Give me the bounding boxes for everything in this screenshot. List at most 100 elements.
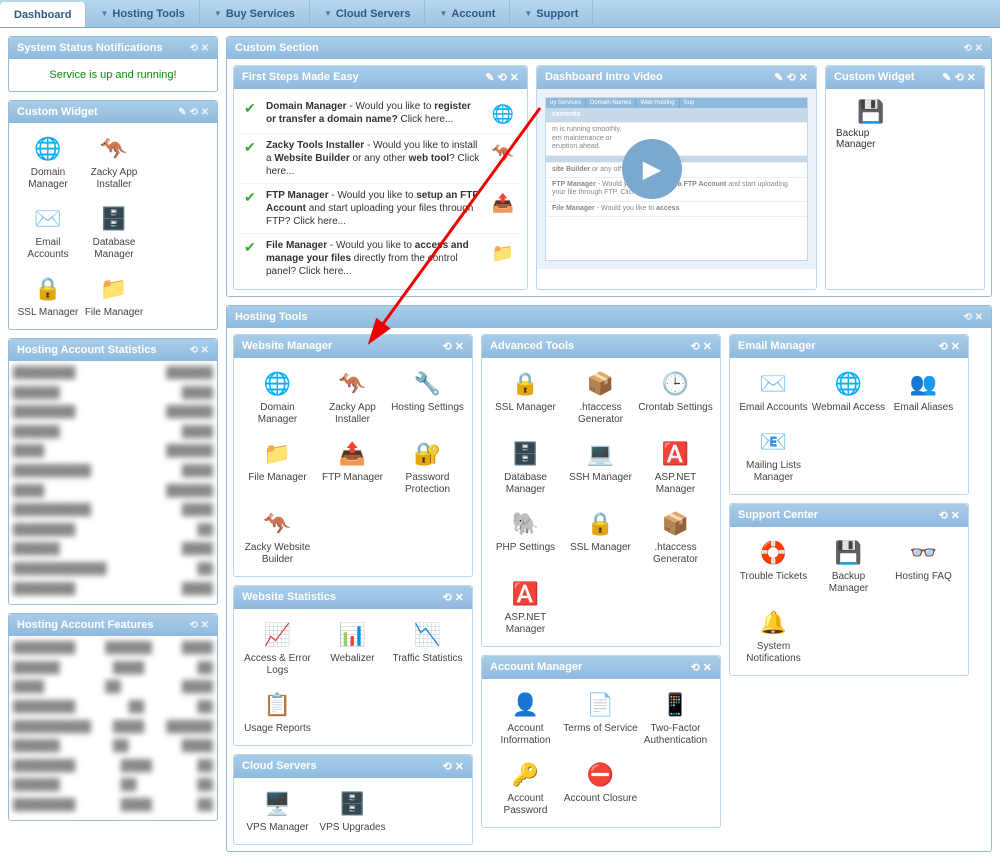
- mailing-lists-manager-item[interactable]: 📧Mailing Lists Manager: [736, 422, 811, 488]
- panel-controls[interactable]: ⟲ ✕: [443, 340, 465, 353]
- panel-controls[interactable]: ✎ ⟲ ✕: [942, 71, 976, 84]
- database-manager-item[interactable]: 🗄️Database Manager: [81, 199, 147, 265]
- two-factor-authentication-item[interactable]: 📱Two-Factor Authentication: [638, 685, 713, 751]
- backup-manager-item[interactable]: 💾 Backup Manager: [836, 99, 906, 150]
- dropdown-icon: ▼: [214, 9, 222, 18]
- app-icon: 📱: [660, 689, 692, 721]
- panel-controls[interactable]: ⟲ ✕: [189, 43, 209, 54]
- account-closure-item[interactable]: ⛔Account Closure: [563, 755, 638, 821]
- first-step-item[interactable]: ✔Zacky Tools Installer - Would you like …: [240, 134, 521, 184]
- app-icon: 🔒: [32, 273, 64, 305]
- nav-buy-services[interactable]: ▼Buy Services: [200, 0, 310, 27]
- app-label: Mailing Lists Manager: [736, 460, 811, 484]
- support-center-panel: Support Center⟲ ✕ 🛟Trouble Tickets💾Backu…: [729, 503, 969, 676]
- email-accounts-item[interactable]: ✉️Email Accounts: [736, 364, 811, 418]
- app-label: .htaccess Generator: [563, 402, 638, 426]
- play-icon[interactable]: ▶: [622, 139, 682, 199]
- panel-controls[interactable]: ⟲ ✕: [189, 620, 209, 631]
- app-label: SSL Manager: [15, 307, 81, 319]
- panel-controls[interactable]: ✎ ⟲ ✕: [485, 71, 519, 84]
- app-icon: 🕒: [660, 368, 692, 400]
- app-label: SSL Manager: [563, 542, 638, 554]
- app-label: Account Information: [488, 723, 563, 747]
- account-information-item[interactable]: 👤Account Information: [488, 685, 563, 751]
- file-manager-item[interactable]: 📁File Manager: [240, 434, 315, 500]
- account-password-item[interactable]: 🔑Account Password: [488, 755, 563, 821]
- app-label: PHP Settings: [488, 542, 563, 554]
- ssl-manager-item[interactable]: 🔒 SSL Manager: [15, 269, 81, 323]
- domain-manager-item[interactable]: 🌐Domain Manager: [240, 364, 315, 430]
- nav-cloud-servers[interactable]: ▼Cloud Servers: [310, 0, 426, 27]
- system-notifications-item[interactable]: 🔔System Notifications: [736, 603, 811, 669]
- panel-controls[interactable]: ⟲ ✕: [443, 591, 465, 604]
- app-icon: 🐘: [510, 508, 542, 540]
- ftp-manager-item[interactable]: 📤FTP Manager: [315, 434, 390, 500]
- nav-hosting-tools[interactable]: ▼Hosting Tools: [86, 0, 199, 27]
- panel-controls[interactable]: ⟲ ✕: [963, 312, 983, 323]
- trouble-tickets-item[interactable]: 🛟Trouble Tickets: [736, 533, 811, 599]
- ssl-manager-item[interactable]: 🔒SSL Manager: [488, 364, 563, 430]
- website-manager-title: Website Manager: [242, 340, 332, 353]
- hosting-stats-panel: Hosting Account Statistics⟲ ✕ ██████████…: [8, 338, 218, 605]
- database-manager-item[interactable]: 🗄️Database Manager: [488, 434, 563, 500]
- terms-of-service-item[interactable]: 📄Terms of Service: [563, 685, 638, 751]
- nav-dashboard[interactable]: Dashboard: [0, 2, 86, 27]
- check-icon: ✔: [244, 100, 260, 117]
- vps-upgrades-item[interactable]: 🗄️VPS Upgrades: [315, 784, 390, 838]
- app-label: Access & Error Logs: [240, 653, 315, 677]
- panel-controls[interactable]: ⟲ ✕: [691, 340, 713, 353]
- webalizer-item[interactable]: 📊Webalizer: [315, 615, 390, 681]
- panel-controls[interactable]: ✎ ⟲ ✕: [774, 71, 808, 84]
- panel-controls[interactable]: ⟲ ✕: [939, 340, 961, 353]
- ssh-manager-item[interactable]: 💻SSH Manager: [563, 434, 638, 500]
- hosting-settings-item[interactable]: 🔧Hosting Settings: [390, 364, 465, 430]
- hosting-tools-title: Hosting Tools: [235, 311, 308, 323]
- traffic-statistics-item[interactable]: 📉Traffic Statistics: [390, 615, 465, 681]
- email-aliases-item[interactable]: 👥Email Aliases: [886, 364, 961, 418]
- -htaccess-generator-item[interactable]: 📦.htaccess Generator: [638, 504, 713, 570]
- ssl-manager-item[interactable]: 🔒SSL Manager: [563, 504, 638, 570]
- app-icon: 🅰️: [510, 578, 542, 610]
- -htaccess-generator-item[interactable]: 📦.htaccess Generator: [563, 364, 638, 430]
- panel-controls[interactable]: ⟲ ✕: [963, 43, 983, 54]
- zacky-app-installer-item[interactable]: 🦘Zacky App Installer: [315, 364, 390, 430]
- webmail-access-item[interactable]: 🌐Webmail Access: [811, 364, 886, 418]
- crontab-settings-item[interactable]: 🕒Crontab Settings: [638, 364, 713, 430]
- file-manager-item[interactable]: 📁File Manager: [81, 269, 147, 323]
- top-nav: Dashboard▼Hosting Tools▼Buy Services▼Clo…: [0, 0, 1000, 28]
- asp-net-manager-item[interactable]: 🅰️ASP.NET Manager: [488, 574, 563, 640]
- first-step-item[interactable]: ✔Domain Manager - Would you like to regi…: [240, 95, 521, 134]
- first-step-item[interactable]: ✔FTP Manager - Would you like to setup a…: [240, 184, 521, 234]
- vps-manager-item[interactable]: 🖥️VPS Manager: [240, 784, 315, 838]
- hosting-faq-item[interactable]: 👓Hosting FAQ: [886, 533, 961, 599]
- app-icon: 🅰️: [660, 438, 692, 470]
- first-step-item[interactable]: ✔File Manager - Would you like to access…: [240, 234, 521, 283]
- zacky-app-installer-item[interactable]: 🦘Zacky App Installer: [81, 129, 147, 195]
- panel-controls[interactable]: ⟲ ✕: [189, 345, 209, 356]
- hosting-features-title: Hosting Account Features: [17, 619, 154, 631]
- app-label: Trouble Tickets: [736, 571, 811, 583]
- panel-controls[interactable]: ✎ ⟲ ✕: [178, 107, 209, 118]
- zacky-website-builder-item[interactable]: 🦘Zacky Website Builder: [240, 504, 315, 570]
- php-settings-item[interactable]: 🐘 PHP Settings: [488, 504, 563, 570]
- domain-manager-item[interactable]: 🌐Domain Manager: [15, 129, 81, 195]
- step-icon: 🦘: [489, 139, 517, 167]
- website-stats-panel: Website Statistics⟲ ✕ 📈Access & Error Lo…: [233, 585, 473, 746]
- backup-icon: 💾: [857, 99, 884, 125]
- backup-manager-item[interactable]: 💾Backup Manager: [811, 533, 886, 599]
- custom-widget-title: Custom Widget: [17, 106, 98, 118]
- app-icon: 📦: [585, 368, 617, 400]
- intro-video[interactable]: uy ServicesDomain NamesWeb HostingSup ce…: [537, 89, 816, 269]
- usage-reports-item[interactable]: 📋Usage Reports: [240, 685, 315, 739]
- account-manager-panel: Account Manager⟲ ✕ 👤Account Information📄…: [481, 655, 721, 828]
- nav-account[interactable]: ▼Account: [425, 0, 510, 27]
- asp-net-manager-item[interactable]: 🅰️ASP.NET Manager: [638, 434, 713, 500]
- email-accounts-item[interactable]: ✉️Email Accounts: [15, 199, 81, 265]
- app-label: Terms of Service: [563, 723, 638, 735]
- panel-controls[interactable]: ⟲ ✕: [443, 760, 465, 773]
- password-protection-item[interactable]: 🔐Password Protection: [390, 434, 465, 500]
- panel-controls[interactable]: ⟲ ✕: [691, 661, 713, 674]
- access-error-logs-item[interactable]: 📈Access & Error Logs: [240, 615, 315, 681]
- nav-support[interactable]: ▼Support: [510, 0, 593, 27]
- panel-controls[interactable]: ⟲ ✕: [939, 509, 961, 522]
